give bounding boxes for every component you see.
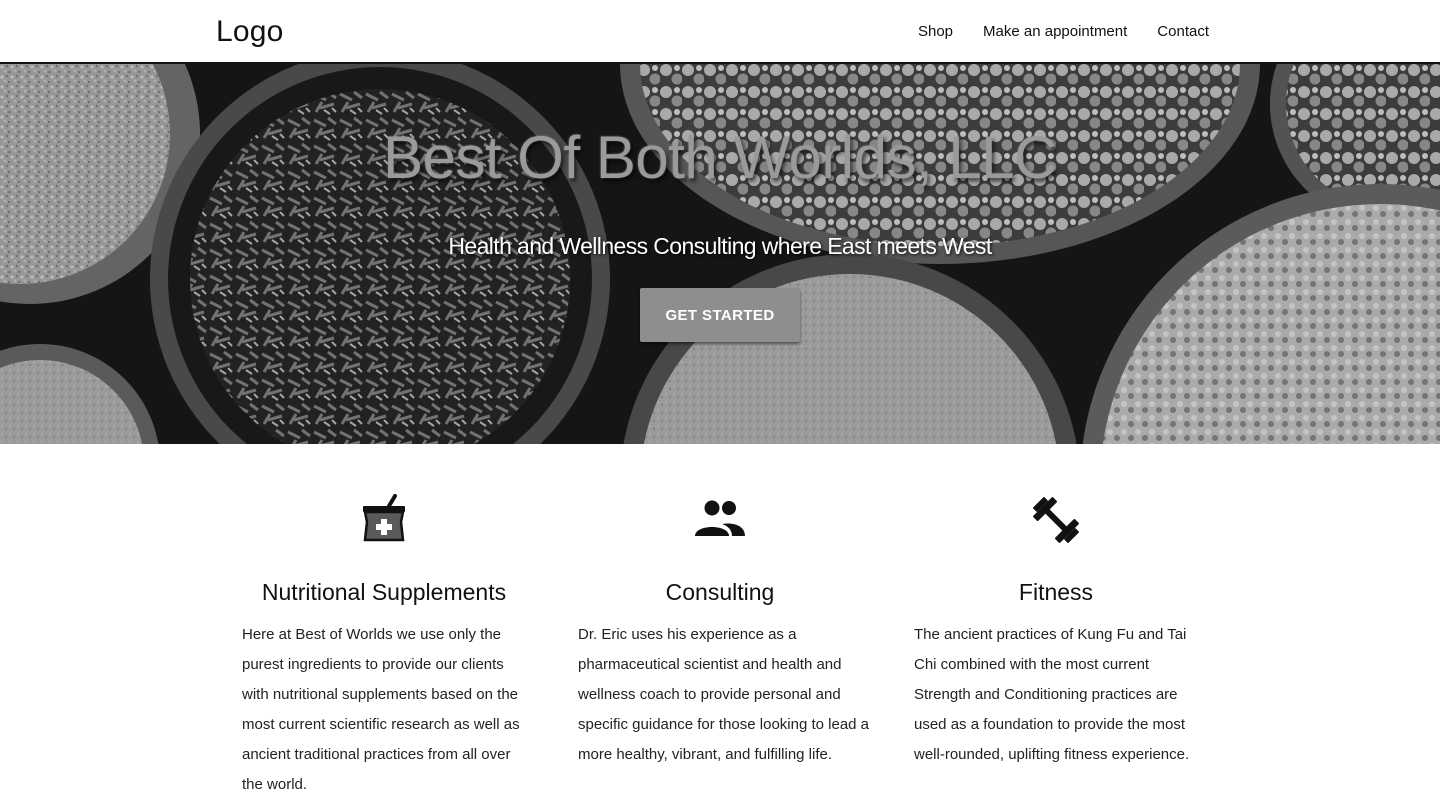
feature-description: Dr. Eric uses his experience as a pharma…	[578, 626, 870, 763]
feature-title: Fitness	[1018, 579, 1094, 605]
brand-logo[interactable]: Logo	[216, 14, 284, 50]
hero-title: Best Of Both Worlds, LLC	[383, 124, 1057, 191]
feature-fitness: Fitness The ancient practices of Kung Fu…	[888, 444, 1224, 789]
nav-link-appointment[interactable]: Make an appointment	[968, 0, 1142, 64]
feature-nutritional-supplements: Nutritional Supplements Here at Best of …	[216, 444, 552, 793]
nav-item-appointment: Make an appointment	[968, 0, 1142, 64]
people-icon	[552, 492, 888, 548]
nav-link-shop[interactable]: Shop	[903, 0, 968, 64]
mortar-pestle-icon	[216, 492, 552, 548]
nav-links: Shop Make an appointment Contact	[903, 0, 1224, 64]
get-started-button[interactable]: GET STARTED	[640, 288, 800, 342]
feature-consulting: Consulting Dr. Eric uses his experience …	[552, 444, 888, 789]
feature-description: The ancient practices of Kung Fu and Tai…	[914, 626, 1190, 763]
navbar: Logo Shop Make an appointment Contact	[0, 0, 1440, 64]
dumbbell-icon	[888, 492, 1224, 548]
nav-item-shop: Shop	[903, 0, 968, 64]
hero-subtitle: Health and Wellness Consulting where Eas…	[448, 233, 992, 259]
nav-link-contact[interactable]: Contact	[1142, 0, 1224, 64]
features-section: Nutritional Supplements Here at Best of …	[216, 444, 1224, 793]
hero-banner: Best Of Both Worlds, LLC Health and Well…	[0, 64, 1440, 444]
nav-item-contact: Contact	[1142, 0, 1224, 64]
feature-title: Consulting	[665, 579, 775, 605]
feature-description: Here at Best of Worlds we use only the p…	[242, 626, 520, 793]
feature-title: Nutritional Supplements	[261, 579, 507, 605]
